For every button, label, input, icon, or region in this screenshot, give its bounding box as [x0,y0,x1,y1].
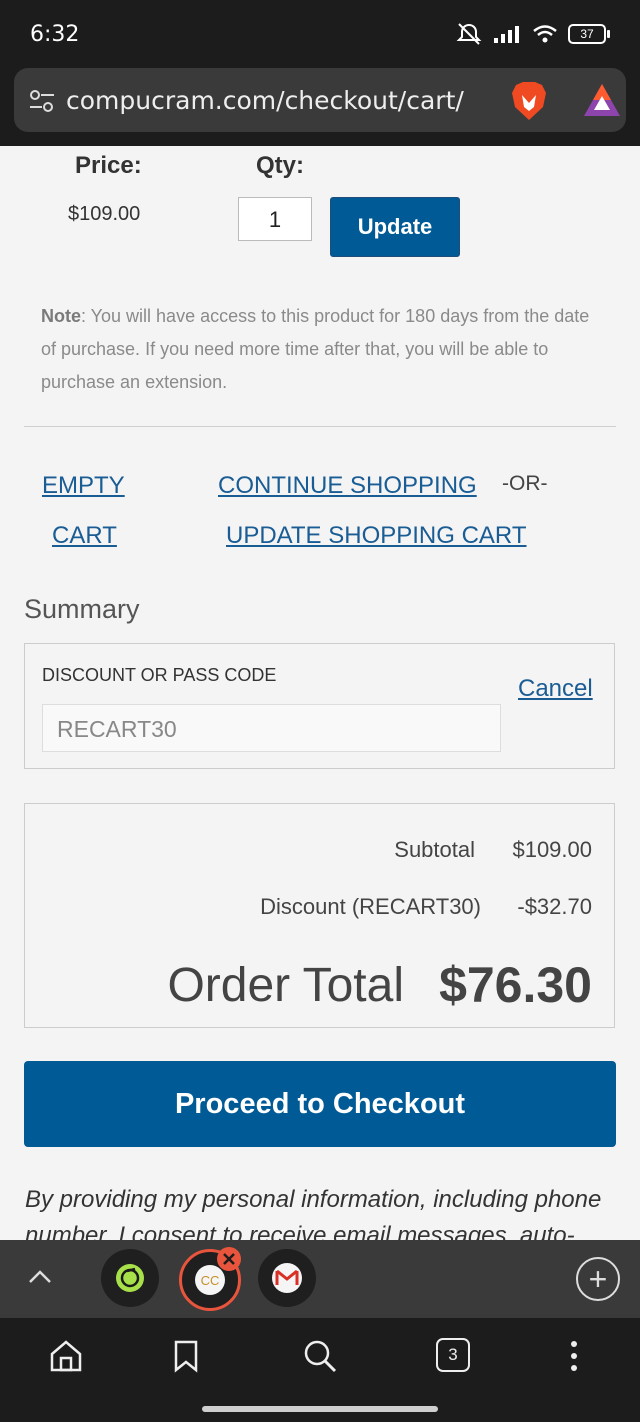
brave-rewards-icon[interactable] [582,82,622,118]
battery-indicator: 37 [568,24,610,44]
note-text: : You will have access to this product f… [41,306,590,392]
price-label: Price: [75,152,142,179]
mute-icon [456,23,482,45]
consent-text: By providing my personal information, in… [25,1186,602,1240]
wifi-icon [533,25,557,43]
status-time: 6:32 [30,22,80,47]
gmail-icon [272,1263,302,1293]
access-note: Note: You will have access to this produ… [41,300,601,399]
discount-code-input[interactable]: RECART30 [42,704,501,752]
home-indicator[interactable] [202,1406,438,1412]
tune-icon[interactable] [28,88,56,114]
tab-green-app[interactable] [101,1249,159,1307]
more-vertical-icon[interactable] [564,1338,584,1374]
green-app-icon [116,1264,144,1292]
status-icons: 37 [456,22,610,46]
qty-label: Qty: [256,152,304,179]
close-tab-icon[interactable] [216,1246,242,1272]
tab-strip: CC + [0,1240,640,1318]
status-bar: 6:32 37 [0,0,640,66]
note-label: Note [41,306,81,326]
bookmark-icon[interactable] [171,1338,201,1374]
empty-cart-link[interactable]: EMPTY [42,472,125,500]
update-button[interactable]: Update [330,197,460,257]
brave-lion-icon[interactable] [510,81,548,121]
order-total-value: $76.30 [439,957,592,1013]
proceed-to-checkout-button[interactable]: Proceed to Checkout [24,1061,616,1147]
price-value: $109.00 [68,203,141,225]
update-shopping-cart-link[interactable]: UPDATE SHOPPING CART [226,522,527,550]
chevron-up-icon[interactable] [28,1268,52,1284]
divider [24,426,616,427]
subtotal-value: $109.00 [512,837,592,862]
page-content: Price: Qty: $109.00 1 Update Note: You w… [0,146,640,1240]
cancel-discount-link[interactable]: Cancel [518,675,593,703]
tabs-icon[interactable]: 3 [436,1338,470,1372]
discount-line-value: -$32.70 [517,894,592,919]
home-icon[interactable] [48,1338,84,1374]
url-bar[interactable]: compucram.com/checkout/cart/ [14,68,626,132]
discount-line-label: Discount (RECART30) [260,894,481,919]
new-tab-button[interactable]: + [576,1257,620,1301]
empty-cart-link-line2[interactable]: CART [52,522,117,550]
svg-text:CC: CC [201,1273,220,1288]
order-total-label: Order Total [167,959,404,1012]
url-text[interactable]: compucram.com/checkout/cart/ [66,86,464,115]
tab-gmail[interactable] [258,1249,316,1307]
discount-box: DISCOUNT OR PASS CODE RECART30 Cancel [24,643,615,769]
search-icon[interactable] [302,1338,338,1374]
summary-title: Summary [24,594,140,624]
discount-label: DISCOUNT OR PASS CODE [42,665,277,685]
plus-icon: + [588,1261,608,1297]
or-separator: -OR- [502,472,548,495]
order-totals-box: Subtotal $109.00 Discount (RECART30) -$3… [24,803,615,1028]
quantity-input[interactable]: 1 [238,197,312,241]
signal-icon [494,26,519,43]
continue-shopping-link[interactable]: CONTINUE SHOPPING [218,472,477,500]
subtotal-label: Subtotal [394,837,475,862]
browser-toolbar: compucram.com/checkout/cart/ [0,66,640,146]
